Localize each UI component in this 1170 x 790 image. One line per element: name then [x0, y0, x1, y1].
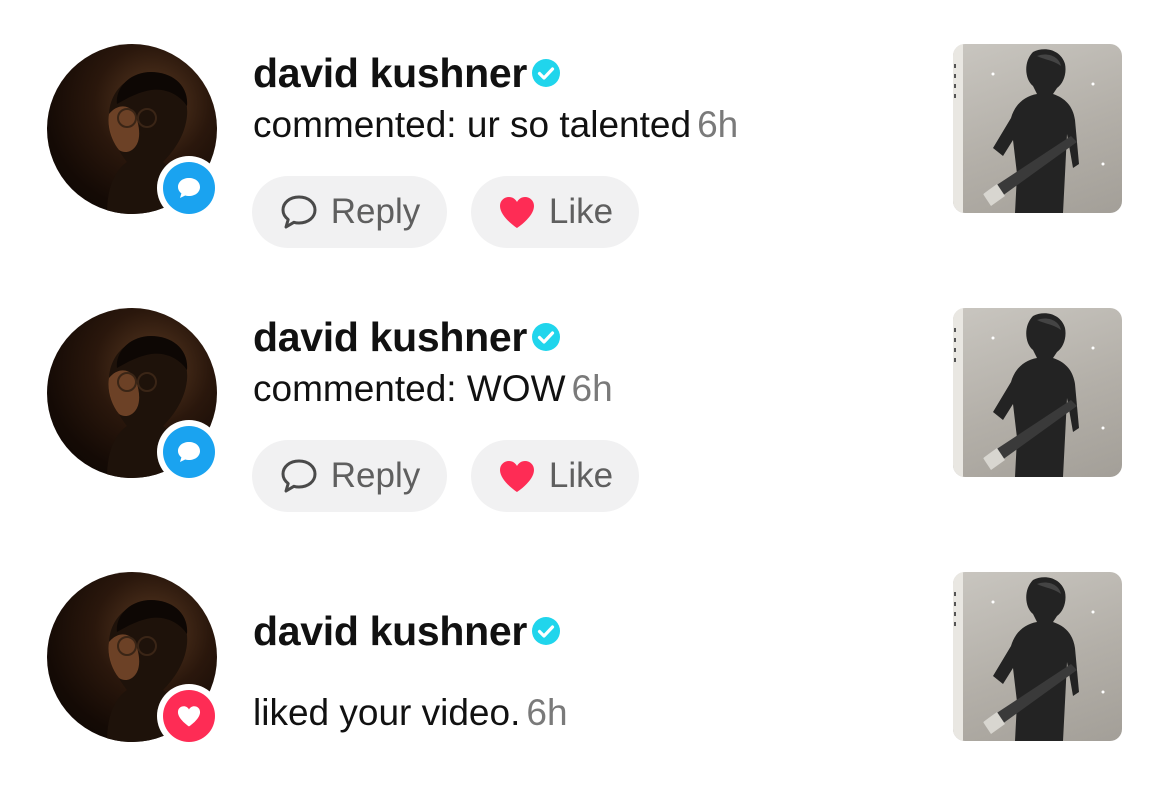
reply-button[interactable]: Reply — [252, 176, 447, 248]
like-badge — [157, 684, 221, 748]
activity-message: commented: ur so talented — [253, 104, 692, 145]
video-thumbnail[interactable] — [953, 44, 1122, 213]
username[interactable]: david kushner — [253, 608, 527, 655]
reply-button[interactable]: Reply — [252, 440, 447, 512]
comment-badge — [157, 156, 221, 220]
username-row[interactable]: david kushner — [253, 48, 561, 98]
verified-badge-icon — [532, 323, 561, 351]
comment-bubble-icon — [178, 442, 200, 462]
username-row[interactable]: david kushner — [253, 606, 561, 656]
timestamp: 6h — [697, 104, 739, 145]
verified-badge-icon — [532, 59, 561, 87]
comment-badge — [157, 420, 221, 484]
heart-icon — [177, 706, 201, 727]
like-label: Like — [548, 456, 614, 495]
speech-bubble-icon — [281, 459, 317, 493]
notification-item[interactable]: david kushner commented: WOW 6h Reply Lik… — [0, 306, 1170, 536]
like-button[interactable]: Like — [471, 176, 639, 248]
activity-message: liked your video. — [253, 692, 521, 733]
username-row[interactable]: david kushner — [253, 312, 561, 362]
username[interactable]: david kushner — [253, 314, 527, 361]
notification-item[interactable]: david kushner liked your video. 6h — [0, 570, 1170, 790]
activity-text: commented: WOW 6h — [253, 368, 613, 410]
notification-item[interactable]: david kushner commented: ur so talented 6… — [0, 42, 1170, 272]
reply-label: Reply — [330, 456, 421, 495]
verified-badge-icon — [532, 617, 561, 645]
notification-feed: david kushner commented: ur so talented 6… — [0, 0, 1170, 790]
timestamp: 6h — [526, 692, 568, 733]
comment-bubble-icon — [178, 178, 200, 198]
heart-icon — [499, 197, 534, 228]
speech-bubble-icon — [281, 195, 317, 229]
video-thumbnail[interactable] — [953, 308, 1122, 477]
activity-message: commented: WOW — [253, 368, 566, 409]
timestamp: 6h — [571, 368, 613, 409]
activity-text: commented: ur so talented 6h — [253, 104, 738, 146]
reply-label: Reply — [330, 192, 421, 231]
activity-text: liked your video. 6h — [253, 692, 568, 734]
heart-icon — [499, 461, 534, 492]
username[interactable]: david kushner — [253, 50, 527, 97]
video-thumbnail[interactable] — [953, 572, 1122, 741]
like-button[interactable]: Like — [471, 440, 639, 512]
like-label: Like — [548, 192, 614, 231]
